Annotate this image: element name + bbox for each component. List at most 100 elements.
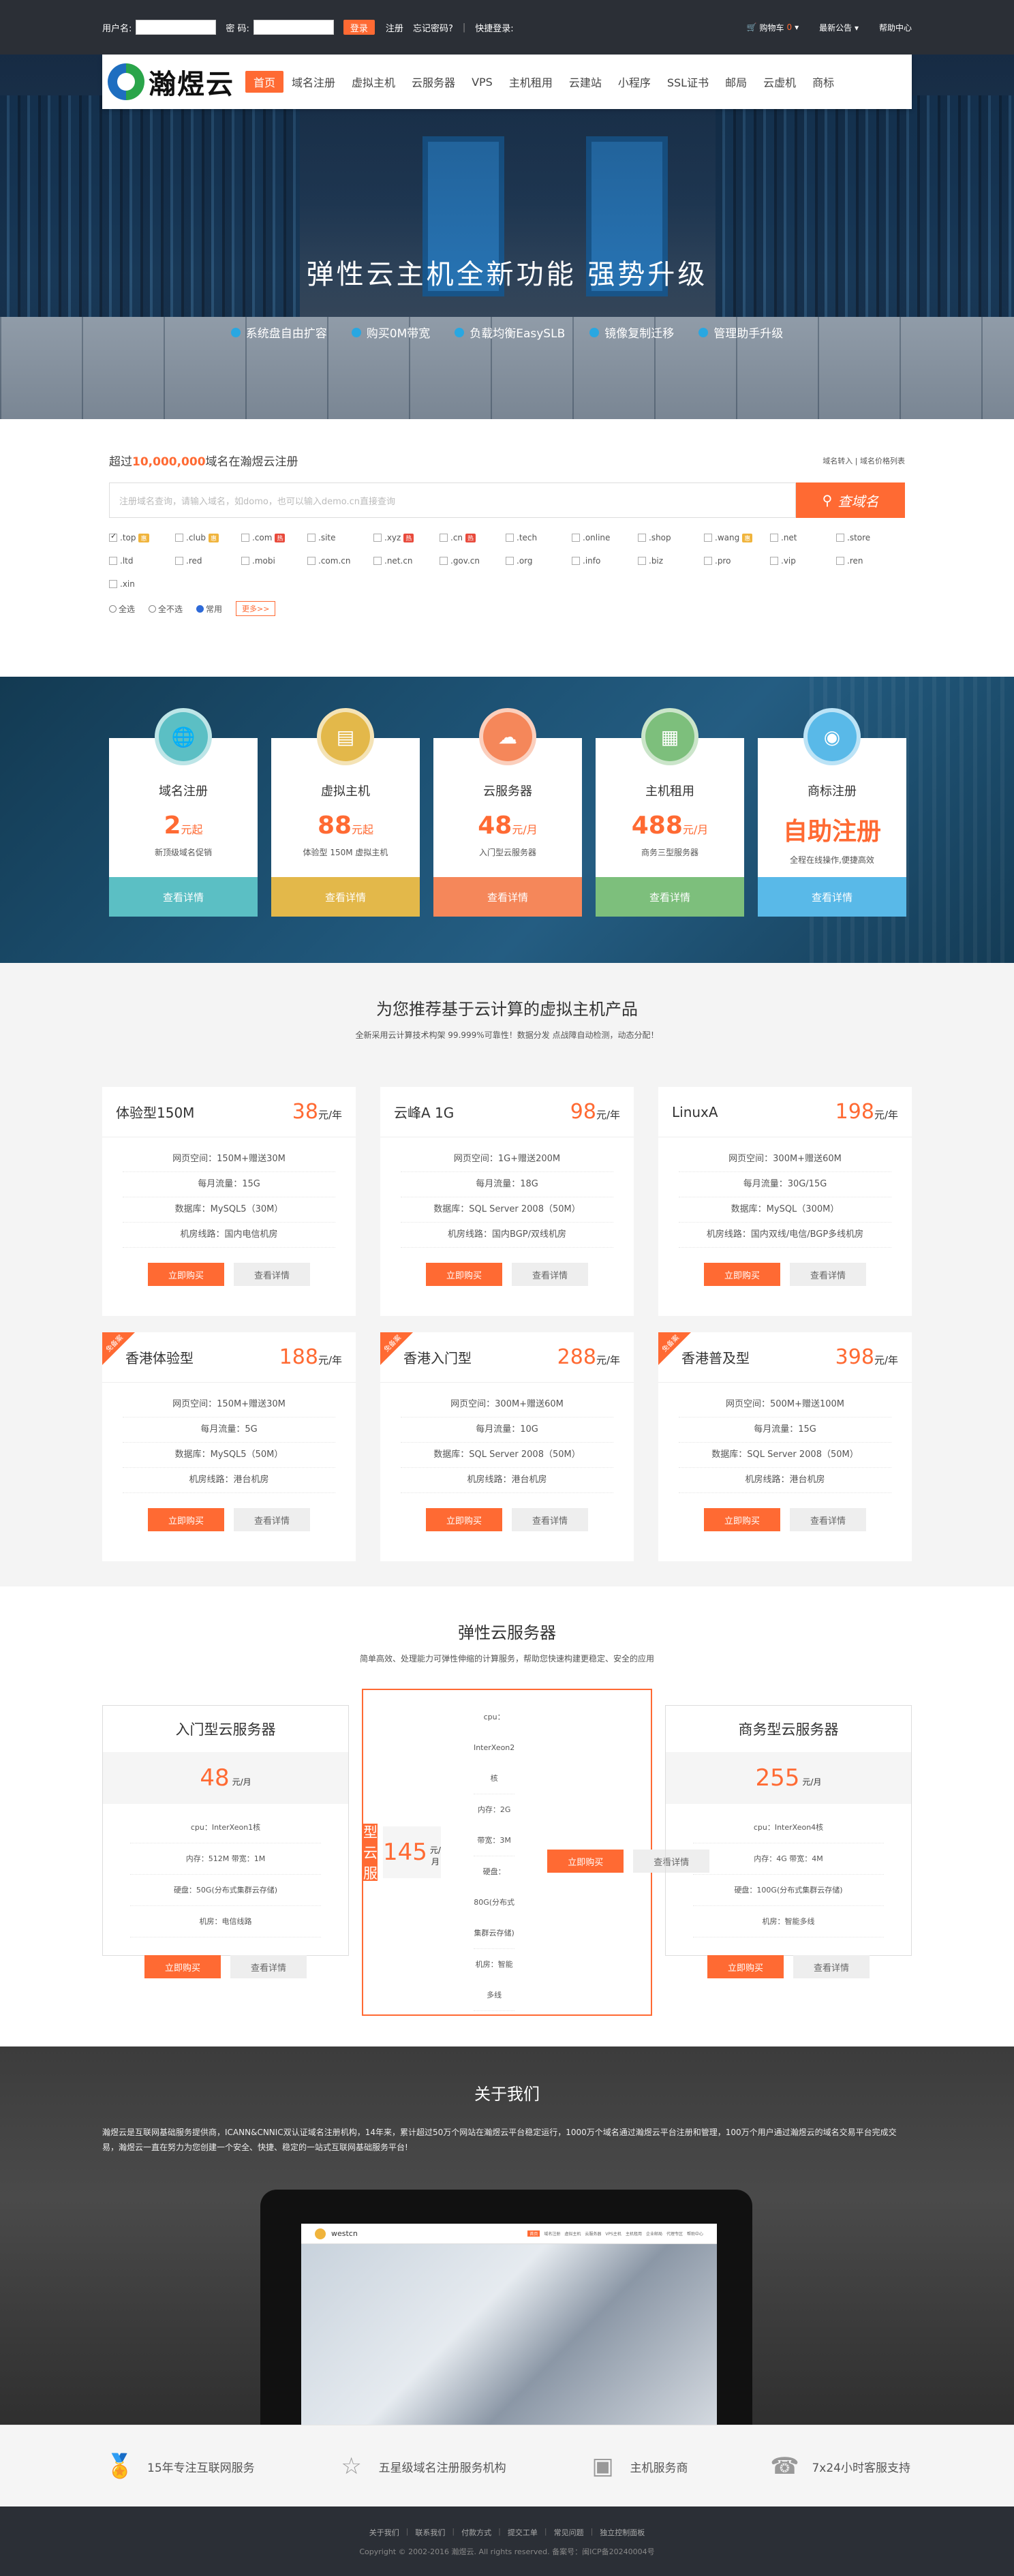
login-button[interactable]: 登录 <box>343 20 375 35</box>
nav-item[interactable]: SSL证书 <box>659 71 717 93</box>
nav-item[interactable]: 主机租用 <box>501 71 561 93</box>
medal-icon: 🏅 <box>105 2453 135 2480</box>
nav-item[interactable]: 小程序 <box>610 71 659 93</box>
nav-item[interactable]: 云建站 <box>561 71 610 93</box>
tld-checkbox[interactable]: .red <box>175 556 241 566</box>
username-input[interactable] <box>136 20 217 35</box>
section-subtitle: 全新采用云计算技术构架 99.999%可靠性！数据分发 点战障自动检测，动态分配… <box>355 1030 659 1040</box>
tld-checkbox[interactable]: .xyz 热 <box>373 533 440 542</box>
tld-name: .red <box>186 556 202 566</box>
view-details-button[interactable]: 查看详情 <box>234 1263 310 1286</box>
domain-price-link[interactable]: 域名价格列表 <box>860 457 905 465</box>
buy-now-button[interactable]: 立即购买 <box>144 1955 221 1978</box>
hosting-section: 为您推荐基于云计算的虚拟主机产品 全新采用云计算技术构架 99.999%可靠性！… <box>0 963 1014 1586</box>
help-link[interactable]: 帮助中心 <box>879 22 912 33</box>
tld-checkbox[interactable]: .net <box>770 533 836 542</box>
buy-now-button[interactable]: 立即购买 <box>707 1955 784 1978</box>
tld-checkbox[interactable]: .cn 热 <box>440 533 506 542</box>
select-common-radio[interactable]: 常用 <box>196 603 222 615</box>
footer-link[interactable]: 付款方式 <box>461 2527 491 2538</box>
tld-checkbox[interactable]: .org <box>506 556 572 566</box>
buy-now-button[interactable]: 立即购买 <box>148 1508 224 1531</box>
nav-item[interactable]: 虚拟主机 <box>343 71 403 93</box>
password-input[interactable] <box>253 20 334 35</box>
more-tlds-button[interactable]: 更多>> <box>236 601 276 616</box>
view-details-button[interactable]: 查看详情 <box>758 877 906 917</box>
quick-login-link[interactable]: 快捷登录: <box>475 21 513 34</box>
tld-checkbox[interactable]: .tech <box>506 533 572 542</box>
notice-label: 最新公告 <box>819 22 852 33</box>
service-description: 入门型云服务器 <box>478 848 536 857</box>
select-none-radio[interactable]: 全不选 <box>149 603 183 615</box>
view-details-button[interactable]: 查看详情 <box>512 1263 588 1286</box>
tld-checkbox[interactable]: .ltd <box>109 556 175 566</box>
tld-checkbox[interactable]: .xin <box>109 579 175 589</box>
buy-now-button[interactable]: 立即购买 <box>547 1850 624 1873</box>
buy-now-button[interactable]: 立即购买 <box>426 1263 502 1286</box>
view-details-button[interactable]: 查看详情 <box>596 877 744 917</box>
nav-item[interactable]: 云虚机 <box>755 71 804 93</box>
nav-item[interactable]: 域名注册 <box>283 71 343 93</box>
spec-line: 网页空间：150M+赠送30M <box>123 1147 335 1172</box>
domain-search-button[interactable]: ⚲ 查域名 <box>796 482 905 518</box>
view-details-button[interactable]: 查看详情 <box>234 1508 310 1531</box>
view-details-button[interactable]: 查看详情 <box>433 877 582 917</box>
tld-checkbox[interactable]: .store <box>836 533 902 542</box>
tld-checkbox[interactable]: .shop <box>638 533 704 542</box>
view-details-button[interactable]: 查看详情 <box>512 1508 588 1531</box>
nav-item[interactable]: 云服务器 <box>403 71 463 93</box>
buy-now-button[interactable]: 立即购买 <box>704 1263 780 1286</box>
hosting-plan-card: 免备案 香港普及型 398元/年 网页空间：500M+赠送100M 每月流量：15G 数据… <box>658 1332 912 1561</box>
select-all-radio[interactable]: 全选 <box>109 603 135 615</box>
nav-item[interactable]: VPS <box>463 71 501 93</box>
view-details-button[interactable]: 查看详情 <box>790 1263 866 1286</box>
domain-search-input[interactable]: 注册域名查询，请输入域名，如domo，也可以输入demo.cn直接查询 <box>109 482 796 518</box>
price-unit: 元/年 <box>318 1354 342 1366</box>
footer-link[interactable]: 联系我们 <box>415 2527 445 2538</box>
spec-line: 硬盘：50G(分布式集群云存储) <box>130 1875 321 1906</box>
tld-checkbox[interactable]: .com.cn <box>307 556 373 566</box>
tld-checkbox[interactable]: .top惠 <box>109 532 175 542</box>
view-details-button[interactable]: 查看详情 <box>230 1955 307 1978</box>
plan-specs: 网页空间：150M+赠送30M 每月流量：5G 数据库：MySQL5（50M） 机房线… <box>102 1392 356 1493</box>
tld-checkbox[interactable]: .site <box>307 533 373 542</box>
footer-link[interactable]: 常见问题 <box>554 2527 584 2538</box>
service-price: 自助注册 <box>758 812 906 847</box>
tld-checkbox[interactable]: .online <box>572 533 638 542</box>
forgot-password-link[interactable]: 忘记密码? <box>413 21 453 34</box>
notice-link[interactable]: 最新公告 ▾ <box>819 22 859 33</box>
tablet-nav-item: 域名注册 <box>544 2232 561 2237</box>
tld-checkbox[interactable]: .info <box>572 556 638 566</box>
buy-now-button[interactable]: 立即购买 <box>426 1508 502 1531</box>
tld-name: .biz <box>649 556 664 566</box>
tld-checkbox[interactable]: .wang 惠 <box>704 533 770 542</box>
view-details-button[interactable]: 查看详情 <box>790 1508 866 1531</box>
cart-link[interactable]: 🛒 购物车 0 ▾ <box>746 22 799 33</box>
logo[interactable]: 瀚煜云 <box>102 62 245 102</box>
tld-checkbox[interactable]: .gov.cn <box>440 556 506 566</box>
buy-now-button[interactable]: 立即购买 <box>704 1508 780 1531</box>
nav-item[interactable]: 邮局 <box>717 71 755 93</box>
tld-checkbox[interactable]: .club 惠 <box>175 533 241 542</box>
tld-checkbox[interactable]: .pro <box>704 556 770 566</box>
tld-checkbox[interactable]: .biz <box>638 556 704 566</box>
tld-checkbox[interactable]: .net.cn <box>373 556 440 566</box>
tld-checkbox[interactable]: .ren <box>836 556 902 566</box>
view-details-button[interactable]: 查看详情 <box>271 877 420 917</box>
nav-item[interactable]: 首页 <box>245 71 284 93</box>
tld-checkbox[interactable]: .vip <box>770 556 836 566</box>
domain-transfer-link[interactable]: 域名转入 <box>823 457 852 465</box>
office-photo <box>301 2244 717 2425</box>
view-details-button[interactable]: 查看详情 <box>109 877 258 917</box>
view-details-button[interactable]: 查看详情 <box>793 1955 870 1978</box>
buy-now-button[interactable]: 立即购买 <box>148 1263 224 1286</box>
footer-link[interactable]: 提交工单 <box>508 2527 538 2538</box>
tld-checkbox[interactable]: .com 热 <box>241 533 307 542</box>
footer-link[interactable]: 关于我们 <box>369 2527 399 2538</box>
nav-item[interactable]: 商标 <box>804 71 842 93</box>
register-link[interactable]: 注册 <box>386 21 403 34</box>
separator: | <box>462 22 466 33</box>
tld-name: .ltd <box>120 556 134 566</box>
footer-link[interactable]: 独立控制面板 <box>600 2527 645 2538</box>
tld-checkbox[interactable]: .mobi <box>241 556 307 566</box>
